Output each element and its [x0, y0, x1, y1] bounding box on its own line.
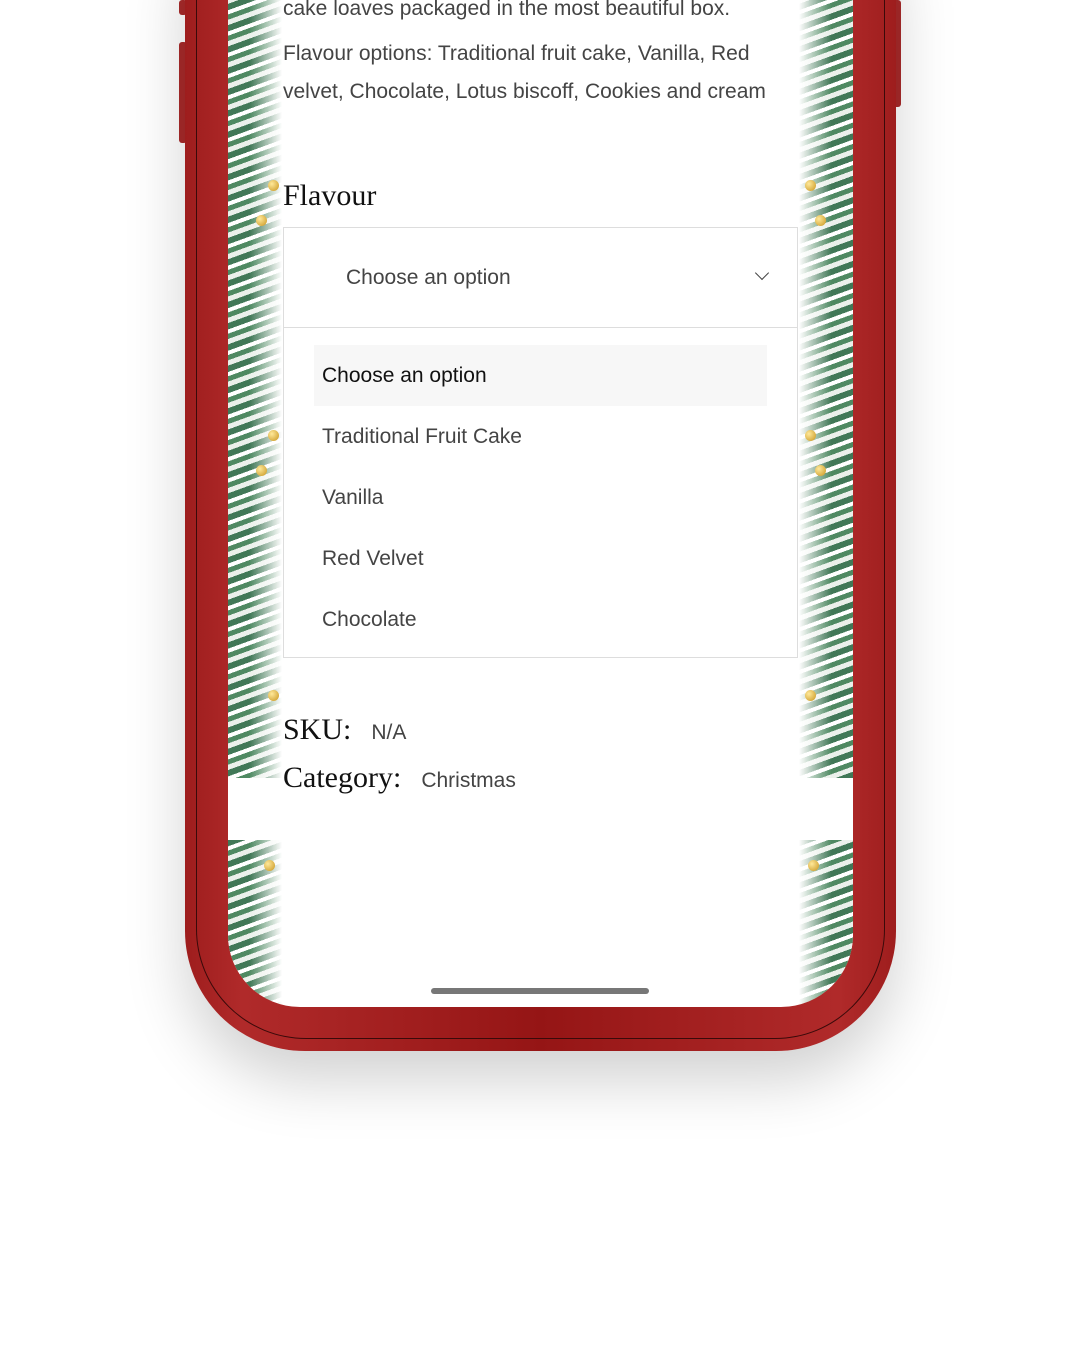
sku-value: N/A — [371, 721, 407, 744]
ornament — [256, 465, 267, 476]
ornament — [268, 180, 279, 191]
flavour-dropdown-list: Choose an option Traditional Fruit Cake … — [283, 328, 798, 658]
ornament — [815, 465, 826, 476]
ornament — [264, 860, 275, 871]
phone-screen: cake loaves packaged in the most beautif… — [228, 0, 853, 1007]
sku-label: SKU: — [283, 713, 352, 746]
ornament — [808, 860, 819, 871]
product-details: cake loaves packaged in the most beautif… — [283, 0, 798, 795]
chevron-down-icon — [754, 265, 770, 281]
category-row: Category: Christmas — [283, 761, 798, 795]
dropdown-option[interactable]: Red Velvet — [314, 528, 767, 589]
ornament — [815, 215, 826, 226]
dropdown-option[interactable]: Vanilla — [314, 467, 767, 528]
category-label: Category: — [283, 761, 402, 794]
ornament — [805, 690, 816, 701]
flavour-options-text: Flavour options: Traditional fruit cake,… — [283, 42, 766, 103]
phone-frame: cake loaves packaged in the most beautif… — [185, 0, 896, 1051]
category-link[interactable]: Christmas — [421, 769, 516, 793]
dropdown-option[interactable]: Traditional Fruit Cake — [314, 406, 767, 467]
flavour-select[interactable]: Choose an option — [283, 227, 798, 328]
sku-row: SKU: N/A — [283, 713, 798, 747]
ornament — [805, 430, 816, 441]
home-indicator[interactable] — [431, 988, 649, 994]
garland-right-top — [799, 0, 853, 778]
description-line: cake loaves packaged in the most beautif… — [283, 0, 731, 20]
ornament — [256, 215, 267, 226]
flavour-select-value: Choose an option — [346, 265, 511, 289]
dropdown-option[interactable]: Choose an option — [314, 345, 767, 406]
ornament — [268, 430, 279, 441]
flavour-label: Flavour — [283, 179, 377, 212]
ornament — [805, 180, 816, 191]
dropdown-option[interactable]: Chocolate — [314, 589, 767, 650]
garland-left-top — [228, 0, 282, 778]
ornament — [268, 690, 279, 701]
